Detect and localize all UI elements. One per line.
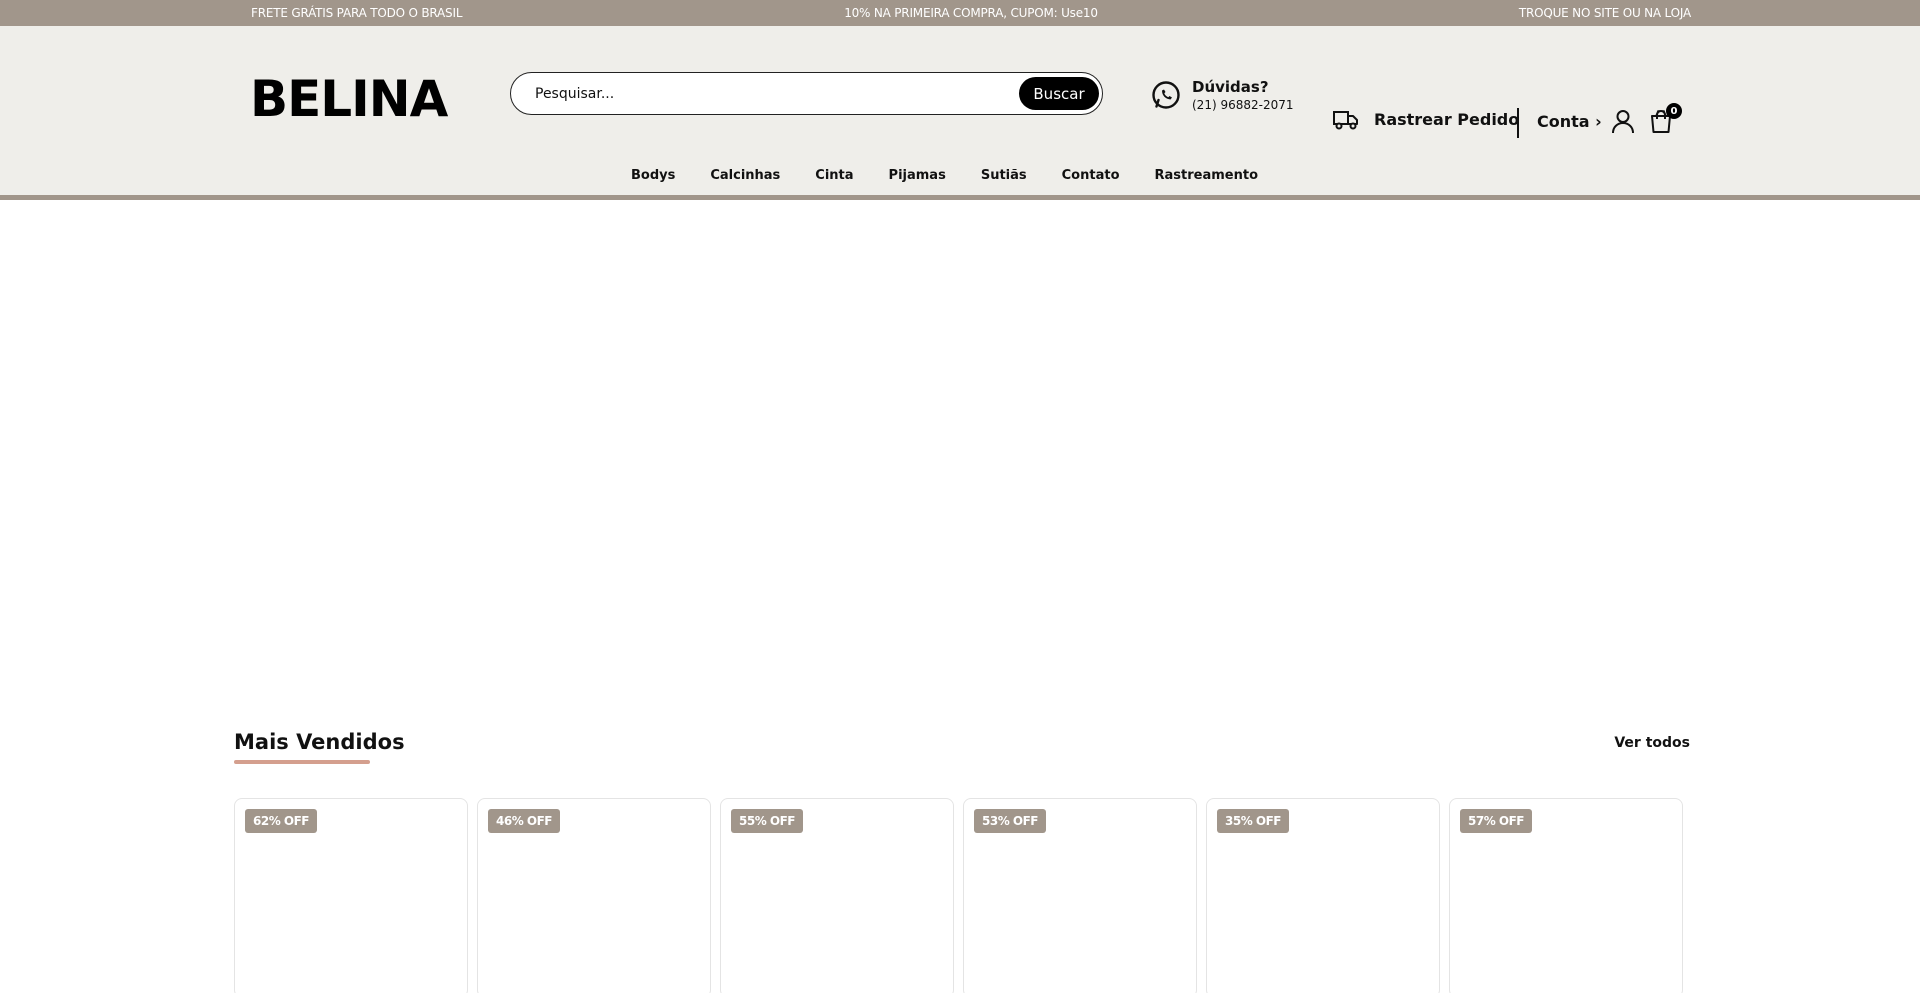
title-underline (234, 760, 370, 764)
announcement-exchange: TROQUE NO SITE OU NA LOJA (1518, 6, 1691, 20)
section-title: Mais Vendidos (234, 730, 405, 754)
product-card[interactable]: 62% OFF (234, 798, 468, 993)
account-link[interactable]: Conta › (1537, 108, 1636, 134)
hero-banner (0, 200, 1920, 728)
site-logo[interactable]: BELINA (250, 64, 448, 134)
main-nav: Bodys Calcinhas Cinta Pijamas Sutiãs Con… (0, 168, 1920, 183)
cart-button[interactable]: 0 (1648, 103, 1682, 134)
track-order-label: Rastrear Pedido (1374, 109, 1520, 129)
announcement-shipping: FRETE GRÁTIS PARA TODO O BRASIL (251, 6, 463, 20)
discount-badge: 46% OFF (488, 809, 560, 833)
track-order-link[interactable]: Rastrear Pedido (1332, 107, 1519, 131)
nav-item-calcinhas[interactable]: Calcinhas (710, 168, 780, 183)
nav-item-cinta[interactable]: Cinta (815, 168, 853, 183)
whatsapp-icon (1152, 81, 1180, 109)
product-card[interactable]: 55% OFF (720, 798, 954, 993)
truck-icon (1333, 111, 1358, 130)
best-sellers-section: Mais Vendidos Ver todos 62% OFF 46% OFF … (234, 728, 1690, 993)
discount-badge: 55% OFF (731, 809, 803, 833)
nav-item-pijamas[interactable]: Pijamas (889, 168, 946, 183)
product-grid: 62% OFF 46% OFF 55% OFF 53% OFF 35% OFF … (234, 798, 1690, 993)
cart-count-badge: 0 (1666, 103, 1682, 119)
discount-badge: 53% OFF (974, 809, 1046, 833)
help-title: Dúvidas? (1192, 78, 1269, 96)
site-header: BELINA Buscar Dúvidas? (21) 96882-2071 R… (0, 26, 1920, 200)
see-all-link[interactable]: Ver todos (1614, 735, 1690, 751)
product-card[interactable]: 53% OFF (963, 798, 1197, 993)
account-label: Conta › (1537, 111, 1602, 131)
product-card[interactable]: 57% OFF (1449, 798, 1683, 993)
product-card[interactable]: 35% OFF (1206, 798, 1440, 993)
announcement-coupon: 10% NA PRIMEIRA COMPRA, CUPOM: Use10 (844, 6, 1098, 20)
discount-badge: 62% OFF (245, 809, 317, 833)
help-contact[interactable]: Dúvidas? (21) 96882-2071 (1150, 78, 1294, 112)
user-icon (1611, 110, 1634, 134)
discount-badge: 57% OFF (1460, 809, 1532, 833)
discount-badge: 35% OFF (1217, 809, 1289, 833)
search-bar: Buscar (510, 72, 1103, 115)
nav-item-contato[interactable]: Contato (1062, 168, 1120, 183)
header-divider (1517, 108, 1519, 138)
product-card[interactable]: 46% OFF (477, 798, 711, 993)
nav-item-bodys[interactable]: Bodys (631, 168, 675, 183)
help-phone[interactable]: (21) 96882-2071 (1192, 98, 1294, 112)
search-button[interactable]: Buscar (1019, 77, 1099, 110)
nav-item-sutias[interactable]: Sutiãs (981, 168, 1027, 183)
nav-item-rastreamento[interactable]: Rastreamento (1155, 168, 1259, 183)
search-input[interactable] (511, 73, 1019, 114)
announcement-bar: FRETE GRÁTIS PARA TODO O BRASIL 10% NA P… (0, 0, 1920, 26)
